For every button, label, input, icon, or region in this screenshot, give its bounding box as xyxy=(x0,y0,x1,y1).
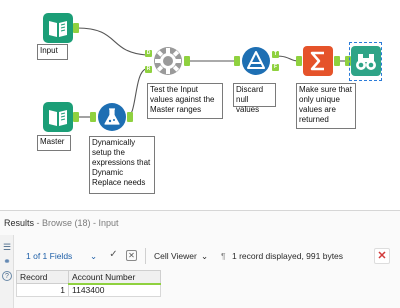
filter-input-anchor[interactable] xyxy=(234,56,240,66)
filter-true-anchor[interactable]: T xyxy=(272,51,279,58)
column-header-record[interactable]: Record xyxy=(16,270,69,284)
summarize-tool[interactable] xyxy=(303,46,333,76)
formula-annotation: Dynamically setup the expressions that D… xyxy=(89,136,155,194)
close-results-button[interactable]: ✕ xyxy=(374,248,390,264)
dynamic-replace-output-anchor[interactable] xyxy=(184,56,190,66)
viewer-selector[interactable]: Cell Viewer xyxy=(154,249,197,263)
clear-x-icon[interactable]: ✕ xyxy=(126,250,137,261)
results-table: Record Account Number 1 1143400 xyxy=(16,270,161,297)
input-annotation: Input xyxy=(37,44,68,60)
summarize-annotation: Make sure that only unique values are re… xyxy=(296,83,356,129)
formula-tool[interactable] xyxy=(97,102,127,132)
fields-selector[interactable]: 1 of 1 Fields xyxy=(26,249,72,263)
wire-formula-to-dynamic-replace xyxy=(126,68,147,118)
record-info: 1 record displayed, 991 bytes xyxy=(232,251,344,261)
viewer-dropdown-icon[interactable]: ⌄ xyxy=(201,249,208,263)
list-icon[interactable]: ☰ xyxy=(1,241,13,253)
wire-input-to-dynamic-replace xyxy=(76,27,147,56)
column-header-account-number[interactable]: Account Number xyxy=(68,270,161,285)
close-icon: ✕ xyxy=(377,250,387,262)
master-output-anchor[interactable] xyxy=(73,112,79,122)
pilcrow-icon[interactable]: ¶ xyxy=(221,249,226,263)
results-subtitle: - Browse (18) - Input xyxy=(34,218,119,228)
master-input-tool[interactable] xyxy=(43,102,73,132)
gear-icon xyxy=(154,47,182,75)
results-title: Results xyxy=(4,218,35,228)
dynamic-replace-annotation: Test the Input values against the Master… xyxy=(147,83,223,119)
input-data-tool[interactable] xyxy=(43,13,73,43)
wire-filter-to-summarize xyxy=(275,55,299,62)
filter-annotation: Discard null values xyxy=(233,83,276,114)
master-annotation: Master xyxy=(37,135,71,151)
book-icon xyxy=(43,13,73,43)
fields-dropdown-icon[interactable]: ⌄ xyxy=(90,249,97,263)
workflow-canvas[interactable]: Input Master Dynamically setup the expre… xyxy=(0,0,400,210)
account-number-cell[interactable]: 1143400 xyxy=(68,283,161,297)
results-side-toolbar: ☰ ⚭ ? xyxy=(0,235,14,308)
dynamic-replace-r-anchor[interactable]: R xyxy=(145,66,152,73)
dynamic-replace-d-anchor[interactable]: D xyxy=(145,50,152,57)
results-panel: Results - Browse (18) - Input ☰ ⚭ ? 1 of… xyxy=(0,210,400,308)
toolbar-separator xyxy=(145,248,146,264)
binoculars-icon xyxy=(351,46,381,76)
dynamic-replace-tool[interactable] xyxy=(153,46,183,76)
browse-tool[interactable] xyxy=(351,46,381,76)
summarize-output-anchor[interactable] xyxy=(334,56,340,66)
filter-tool[interactable] xyxy=(241,46,271,76)
flask-icon xyxy=(98,103,126,131)
filter-triangle-icon xyxy=(242,47,270,75)
sigma-icon xyxy=(303,46,333,76)
checkmark-icon[interactable]: ✓ xyxy=(108,250,119,261)
record-cell: 1 xyxy=(16,283,69,297)
summarize-input-anchor[interactable] xyxy=(296,56,302,66)
results-toolbar: 1 of 1 Fields ⌄ ✓ ✕ Cell Viewer ⌄ ¶ 1 re… xyxy=(14,245,400,267)
table-row[interactable]: 1 1143400 xyxy=(16,283,161,297)
table-header-row: Record Account Number xyxy=(16,270,161,285)
help-icon[interactable]: ? xyxy=(2,271,12,281)
results-header: Results - Browse (18) - Input xyxy=(0,213,400,233)
binoculars-icon[interactable]: ⚭ xyxy=(1,255,13,267)
book-icon xyxy=(43,102,73,132)
formula-input-anchor[interactable] xyxy=(90,112,96,122)
input-output-anchor[interactable] xyxy=(73,23,79,33)
filter-false-anchor[interactable]: F xyxy=(272,64,279,71)
formula-output-anchor[interactable] xyxy=(127,112,133,122)
